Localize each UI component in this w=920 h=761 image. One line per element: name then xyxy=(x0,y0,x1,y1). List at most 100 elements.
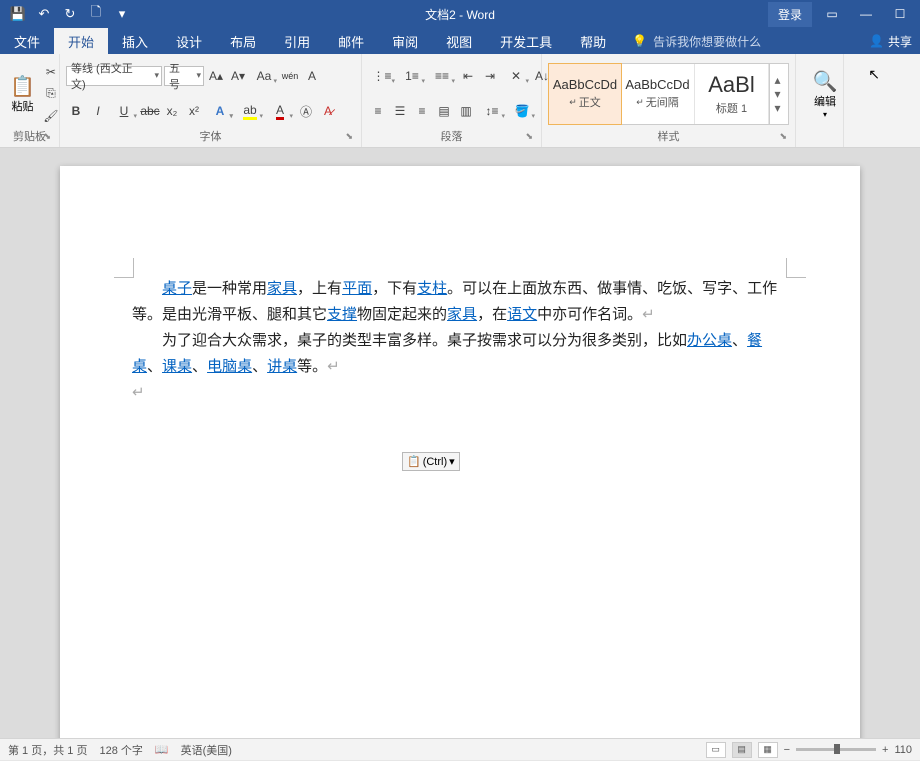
link[interactable]: 电脑桌 xyxy=(207,358,252,375)
inc-indent-button[interactable]: ⇥ xyxy=(480,66,500,86)
styles-more-button[interactable]: ▴▾▾ xyxy=(769,64,785,124)
strikethrough-button[interactable]: abc xyxy=(140,101,160,121)
print-layout-button[interactable]: ▤ xyxy=(732,742,752,758)
tab-view[interactable]: 视图 xyxy=(432,28,486,54)
copy-button[interactable]: ⎘ xyxy=(41,84,61,104)
multilevel-button[interactable]: ≡≡ xyxy=(428,66,456,86)
italic-button[interactable]: I xyxy=(88,101,108,121)
grow-font-button[interactable]: A▴ xyxy=(206,66,226,86)
style-item-nospacing[interactable]: AaBbCcDd ↵无间隔 xyxy=(621,64,695,124)
clear-formatting-button[interactable]: A̷ xyxy=(318,101,338,121)
margin-mark-icon xyxy=(786,258,806,278)
find-button[interactable]: 🔍 编辑 ▾ xyxy=(802,67,848,121)
link[interactable]: 支柱 xyxy=(417,280,447,297)
align-center-button[interactable]: ☰ xyxy=(390,101,410,121)
maximize-button[interactable]: ☐ xyxy=(886,2,914,26)
shrink-font-button[interactable]: A▾ xyxy=(228,66,248,86)
align-right-button[interactable]: ≡ xyxy=(412,101,432,121)
paragraph-empty[interactable]: ↵ xyxy=(132,380,788,406)
slider-thumb[interactable] xyxy=(834,744,840,754)
distribute-button[interactable]: ▥ xyxy=(456,101,476,121)
link[interactable]: 家具 xyxy=(267,280,297,297)
subscript-button[interactable]: x₂ xyxy=(162,101,182,121)
link[interactable]: 桌子 xyxy=(162,280,192,297)
read-mode-button[interactable]: ▭ xyxy=(706,742,726,758)
font-color-button[interactable]: A xyxy=(266,101,294,121)
tab-design[interactable]: 设计 xyxy=(162,28,216,54)
ribbon-opts-icon[interactable]: ▭ xyxy=(818,2,846,26)
tab-file[interactable]: 文件 xyxy=(0,28,54,54)
zoom-in-button[interactable]: + xyxy=(882,744,888,756)
link[interactable]: 办公桌 xyxy=(687,332,732,349)
highlight-button[interactable]: ab xyxy=(236,101,264,121)
link[interactable]: 平面 xyxy=(342,280,372,297)
paragraph[interactable]: 桌子是一种常用家具，上有平面，下有支柱。可以在上面放东西、做事情、吃饭、写字、工… xyxy=(132,276,788,328)
tell-me-search[interactable]: 💡 告诉我你想要做什么 xyxy=(620,28,761,54)
dec-indent-button[interactable]: ⇤ xyxy=(458,66,478,86)
editing-label: 编辑 xyxy=(814,96,836,108)
link[interactable]: 课桌 xyxy=(162,358,192,375)
link[interactable]: 语文 xyxy=(507,306,537,323)
link[interactable]: 支撑 xyxy=(327,306,357,323)
word-count[interactable]: 128 个字 xyxy=(99,742,142,758)
superscript-button[interactable]: x² xyxy=(184,101,204,121)
link[interactable]: 家具 xyxy=(447,306,477,323)
paste-button[interactable]: 📋 粘贴 xyxy=(6,72,39,115)
tab-references[interactable]: 引用 xyxy=(270,28,324,54)
group-label-styles: 样式⬊ xyxy=(548,129,789,145)
new-doc-button[interactable]: 🗋 xyxy=(84,2,108,26)
circled-char-button[interactable]: Ⓐ xyxy=(296,101,316,121)
redo-button[interactable]: ↻ xyxy=(58,2,82,26)
tab-home[interactable]: 开始 xyxy=(54,28,108,54)
page-indicator[interactable]: 第 1 页，共 1 页 xyxy=(8,742,87,758)
language-indicator[interactable]: 英语(美国) xyxy=(181,742,232,758)
bullets-button[interactable]: ⋮≡ xyxy=(368,66,396,86)
zoom-slider[interactable] xyxy=(796,748,876,751)
styles-launcher-icon[interactable]: ⬊ xyxy=(779,128,787,144)
justify-button[interactable]: ▤ xyxy=(434,101,454,121)
char-border-button[interactable]: A xyxy=(302,66,322,86)
line-spacing-button[interactable]: ↕≡ xyxy=(478,101,506,121)
change-case-button[interactable]: Aa xyxy=(250,66,278,86)
document-area[interactable]: 桌子是一种常用家具，上有平面，下有支柱。可以在上面放东西、做事情、吃饭、写字、工… xyxy=(0,148,920,738)
style-item-heading1[interactable]: AaBl 标题 1 xyxy=(695,64,769,124)
font-launcher-icon[interactable]: ⬊ xyxy=(345,128,353,144)
group-label-paragraph: 段落⬊ xyxy=(368,129,535,145)
tab-layout[interactable]: 布局 xyxy=(216,28,270,54)
format-painter-button[interactable]: 🖌 xyxy=(41,106,61,126)
text-effects-button[interactable]: A xyxy=(206,101,234,121)
font-family-combo[interactable]: 等线 (西文正文) xyxy=(66,66,162,86)
tab-mailings[interactable]: 邮件 xyxy=(324,28,378,54)
save-button[interactable]: 💾 xyxy=(6,2,30,26)
undo-button[interactable]: ↶ xyxy=(32,2,56,26)
share-button[interactable]: 👤 共享 xyxy=(861,28,920,54)
tab-developer[interactable]: 开发工具 xyxy=(486,28,566,54)
style-item-normal[interactable]: AaBbCcDd ↵正文 xyxy=(548,63,622,125)
link[interactable]: 讲桌 xyxy=(267,358,297,375)
paragraph[interactable]: 为了迎合大众需求，桌子的类型丰富多样。桌子按需求可以分为很多类别，比如办公桌、餐… xyxy=(132,328,788,380)
qat-more-button[interactable]: ▾ xyxy=(110,2,134,26)
paste-options-button[interactable]: 📋 (Ctrl) ▾ xyxy=(402,452,460,471)
document-body[interactable]: 桌子是一种常用家具，上有平面，下有支柱。可以在上面放东西、做事情、吃饭、写字、工… xyxy=(132,276,788,406)
numbering-button[interactable]: 1≡ xyxy=(398,66,426,86)
zoom-out-button[interactable]: − xyxy=(784,744,790,756)
zoom-level[interactable]: 110 xyxy=(894,744,912,756)
clipboard-launcher-icon[interactable]: ⬊ xyxy=(43,128,51,144)
para-launcher-icon[interactable]: ⬊ xyxy=(525,128,533,144)
underline-button[interactable]: U xyxy=(110,101,138,121)
cut-button[interactable]: ✂ xyxy=(41,62,61,82)
login-button[interactable]: 登录 xyxy=(768,2,812,27)
align-left-button[interactable]: ≡ xyxy=(368,101,388,121)
bold-button[interactable]: B xyxy=(66,101,86,121)
font-size-combo[interactable]: 五号 xyxy=(164,66,204,86)
tab-insert[interactable]: 插入 xyxy=(108,28,162,54)
tab-help[interactable]: 帮助 xyxy=(566,28,620,54)
shading-button[interactable]: 🪣 xyxy=(508,101,536,121)
spellcheck-icon[interactable]: 📖 xyxy=(155,743,169,756)
minimize-button[interactable]: — xyxy=(852,2,880,26)
text-direction-button[interactable]: ✕ xyxy=(502,66,530,86)
tab-review[interactable]: 审阅 xyxy=(378,28,432,54)
web-layout-button[interactable]: ▦ xyxy=(758,742,778,758)
window-title: 文档2 - Word xyxy=(425,6,495,23)
phonetic-guide-button[interactable]: wén xyxy=(280,66,300,86)
